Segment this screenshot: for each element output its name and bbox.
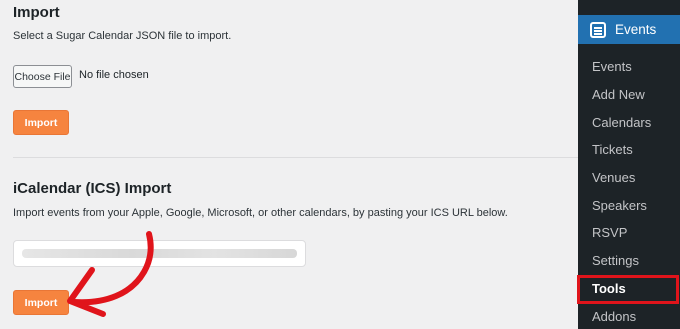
- sidebar-item-calendars[interactable]: Calendars: [578, 108, 680, 136]
- import-description: Select a Sugar Calendar JSON file to imp…: [13, 30, 232, 42]
- tools-highlight-box: [577, 275, 679, 304]
- ics-import-description: Import events from your Apple, Google, M…: [13, 207, 508, 219]
- calendar-icon: [590, 21, 606, 38]
- ics-url-input[interactable]: [13, 240, 306, 267]
- events-menu-header[interactable]: Events: [578, 15, 680, 44]
- sidebar-item-add-new[interactable]: Add New: [578, 81, 680, 109]
- ics-import-title: iCalendar (ICS) Import: [13, 180, 172, 197]
- section-divider: [13, 157, 578, 158]
- sidebar-item-venues[interactable]: Venues: [578, 164, 680, 192]
- main-content: Import Select a Sugar Calendar JSON file…: [0, 0, 578, 329]
- sidebar-item-tickets[interactable]: Tickets: [578, 136, 680, 164]
- sidebar-item-rsvp[interactable]: RSVP: [578, 219, 680, 247]
- events-menu-label: Events: [615, 22, 657, 37]
- choose-file-button[interactable]: Choose File: [13, 65, 72, 88]
- blurred-url-value: [22, 249, 297, 258]
- sidebar-item-settings[interactable]: Settings: [578, 247, 680, 275]
- file-status-text: No file chosen: [79, 69, 149, 81]
- sidebar-item-addons[interactable]: Addons: [578, 302, 680, 329]
- sidebar-item-speakers[interactable]: Speakers: [578, 191, 680, 219]
- sidebar-item-events[interactable]: Events: [578, 53, 680, 81]
- json-import-button[interactable]: Import: [13, 110, 69, 135]
- import-title: Import: [13, 4, 60, 21]
- ics-import-button[interactable]: Import: [13, 290, 69, 315]
